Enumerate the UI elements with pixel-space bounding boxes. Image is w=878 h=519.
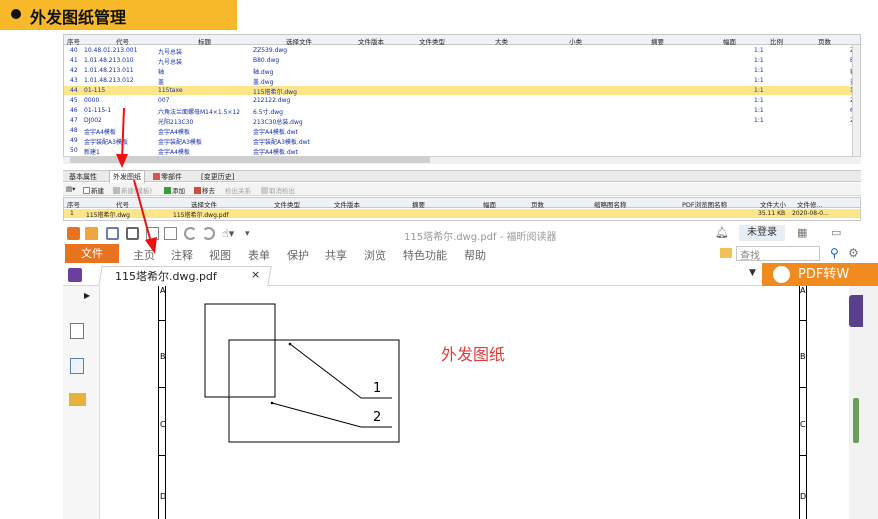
side-tab[interactable] (849, 295, 863, 327)
balloon-label-1: 1 (373, 381, 382, 396)
vertical-scrollbar-thumb[interactable] (853, 398, 859, 443)
drawing-overlay (116, 107, 400, 443)
red-arrow-2-head (145, 237, 157, 254)
red-arrow-2 (133, 179, 153, 247)
red-arrow-1 (121, 107, 125, 161)
annotation-text: 外发图纸 (441, 345, 506, 364)
balloon-label-2: 2 (373, 410, 382, 425)
part-rectangle-1 (204, 303, 276, 398)
red-arrow-1-head (116, 154, 128, 168)
leader-dot-1 (288, 342, 292, 346)
leader-dot-2 (270, 401, 274, 405)
